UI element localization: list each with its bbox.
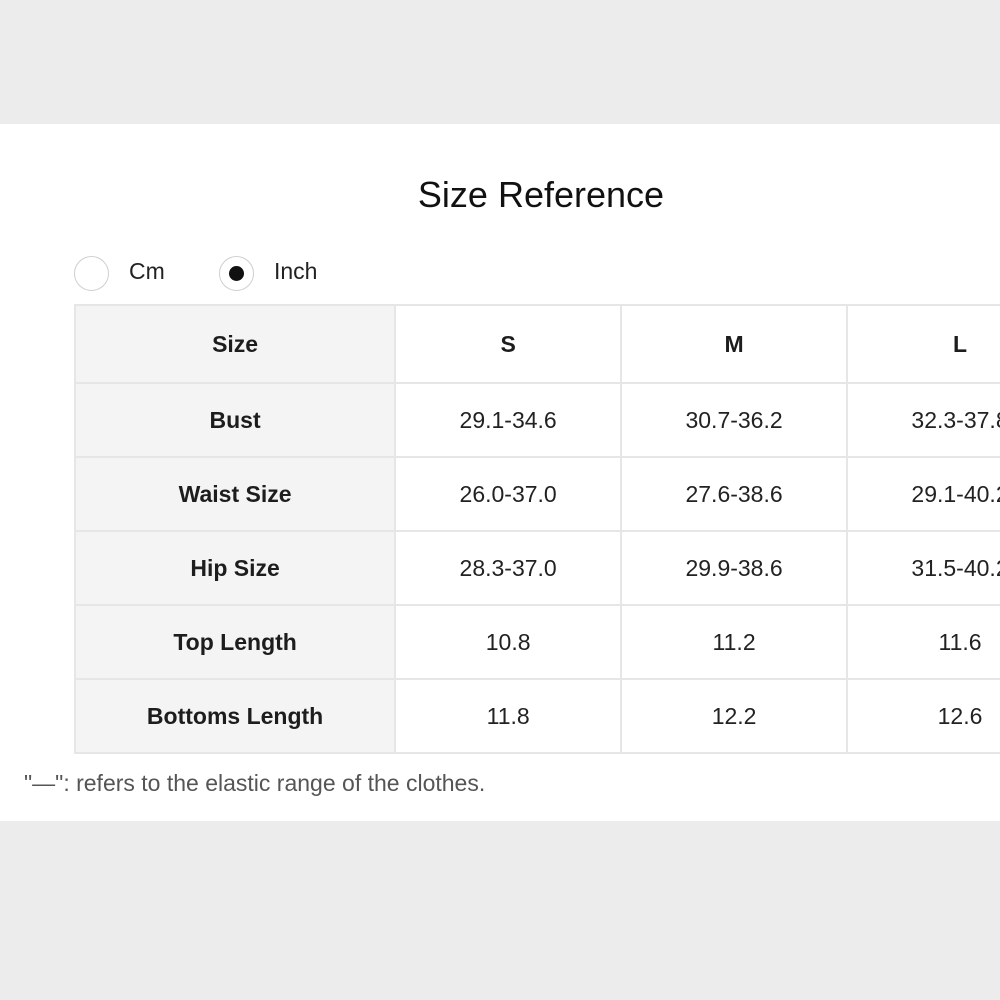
- header-size: Size: [73, 304, 397, 384]
- table-cell: 30.7-36.2: [620, 382, 849, 458]
- table-cell: 29.9-38.6: [620, 530, 849, 606]
- table-cell: 29.1-34.6: [394, 382, 623, 458]
- table-cell: 11.8: [394, 678, 623, 754]
- table-row-hip-size: Hip Size 28.3-37.0 29.9-38.6 31.5-40.2: [73, 530, 1000, 606]
- table-cell: 31.5-40.2: [846, 530, 1000, 606]
- row-label: Top Length: [73, 604, 397, 680]
- radio-selected-dot: [229, 266, 244, 281]
- table-cell: 12.6: [846, 678, 1000, 754]
- inch-label[interactable]: Inch: [274, 258, 317, 285]
- table-row-bust: Bust 29.1-34.6 30.7-36.2 32.3-37.8: [73, 382, 1000, 458]
- table-header-row: Size S M L: [73, 304, 1000, 384]
- header-s: S: [394, 304, 623, 384]
- row-label: Bottoms Length: [73, 678, 397, 754]
- table-cell: 32.3-37.8: [846, 382, 1000, 458]
- cm-radio[interactable]: [74, 256, 109, 291]
- table-cell: 27.6-38.6: [620, 456, 849, 532]
- page-title: Size Reference: [417, 174, 665, 215]
- table-cell: 28.3-37.0: [394, 530, 623, 606]
- footnote: "—": refers to the elastic range of the …: [24, 770, 486, 796]
- size-table: Size S M L Bust 29.1-34.6 30.7-36.2 32.3…: [73, 304, 1000, 754]
- header-m: M: [620, 304, 849, 384]
- table-cell: 10.8: [394, 604, 623, 680]
- table-row-waist-size: Waist Size 26.0-37.0 27.6-38.6 29.1-40.2: [73, 456, 1000, 532]
- table-cell: 12.2: [620, 678, 849, 754]
- size-reference-card: Size Reference Cm Inch Size S M L Bust 2…: [0, 124, 1000, 821]
- inch-radio[interactable]: [219, 256, 254, 291]
- header-l: L: [846, 304, 1000, 384]
- row-label: Hip Size: [73, 530, 397, 606]
- table-cell: 11.2: [620, 604, 849, 680]
- table-row-top-length: Top Length 10.8 11.2 11.6: [73, 604, 1000, 680]
- table-cell: 29.1-40.2: [846, 456, 1000, 532]
- table-row-bottoms-length: Bottoms Length 11.8 12.2 12.6: [73, 678, 1000, 754]
- table-cell: 11.6: [846, 604, 1000, 680]
- table-cell: 26.0-37.0: [394, 456, 623, 532]
- cm-label[interactable]: Cm: [129, 258, 165, 285]
- row-label: Waist Size: [73, 456, 397, 532]
- row-label: Bust: [73, 382, 397, 458]
